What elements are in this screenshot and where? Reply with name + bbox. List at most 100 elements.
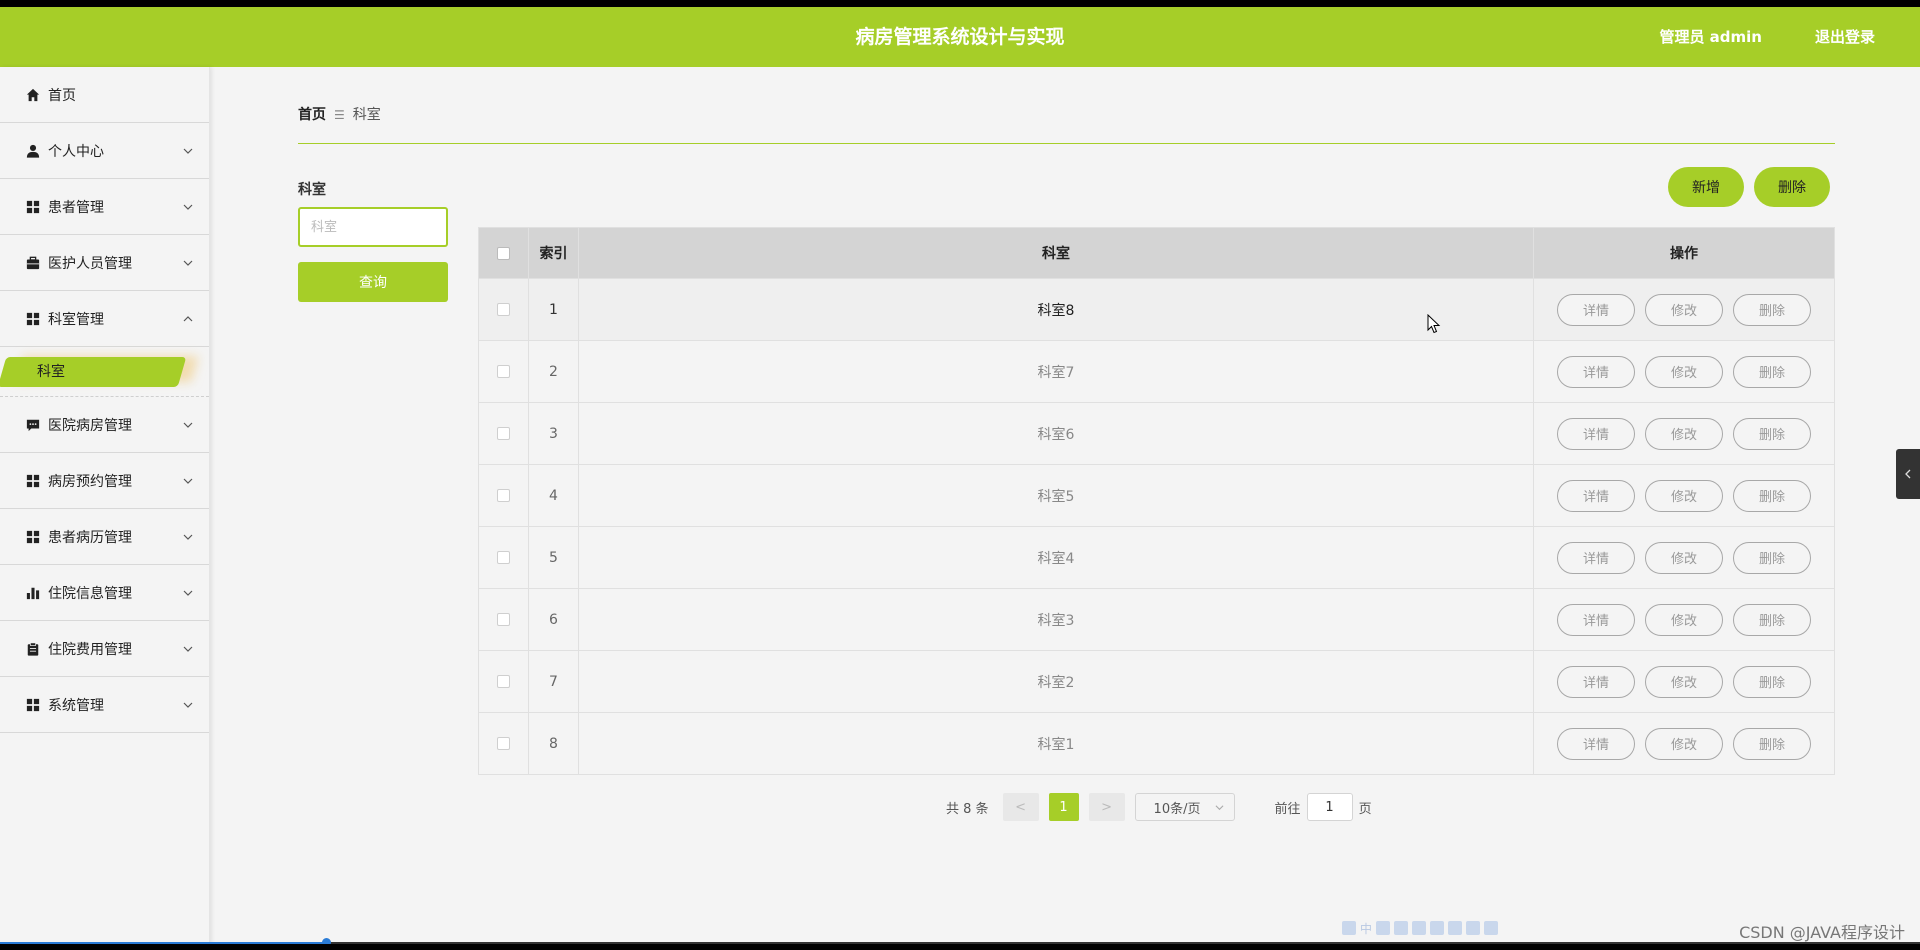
ime-moon-icon	[1376, 921, 1391, 935]
department-search-input[interactable]	[298, 207, 448, 247]
row-department-name: 科室3	[579, 589, 1534, 650]
message-icon	[25, 417, 41, 433]
video-progress-knob[interactable]	[322, 938, 332, 944]
row-checkbox[interactable]	[497, 613, 510, 626]
page-size-select[interactable]: 10条/页	[1134, 793, 1235, 821]
edit-button[interactable]: 修改	[1645, 603, 1723, 636]
grid-icon	[25, 697, 41, 713]
row-checkbox[interactable]	[497, 303, 510, 316]
edit-button[interactable]: 修改	[1645, 417, 1723, 450]
detail-button[interactable]: 详情	[1557, 727, 1635, 760]
sidebar-item-label: 个人中心	[48, 143, 104, 160]
submenu-item-department[interactable]	[0, 357, 187, 387]
sidebar-item-fees[interactable]: 住院费用管理	[0, 621, 209, 677]
row-index: 1	[529, 279, 579, 340]
home-icon	[25, 87, 41, 103]
row-checkbox[interactable]	[497, 737, 510, 750]
query-button[interactable]: 查询	[298, 262, 448, 302]
row-department-name: 科室4	[579, 527, 1534, 588]
delete-button[interactable]: 删除	[1733, 355, 1811, 388]
sidebar-item-label: 患者病历管理	[48, 529, 132, 546]
row-index: 2	[529, 341, 579, 402]
row-checkbox[interactable]	[497, 489, 510, 502]
edit-button[interactable]: 修改	[1645, 479, 1723, 512]
edit-button[interactable]: 修改	[1645, 541, 1723, 574]
sidebar-item-departments[interactable]: 科室管理	[0, 291, 209, 347]
row-department-name: 科室7	[579, 341, 1534, 402]
delete-button[interactable]: 删除	[1733, 665, 1811, 698]
bulk-delete-button[interactable]: 删除	[1754, 167, 1830, 207]
row-checkbox[interactable]	[497, 427, 510, 440]
row-actions: 详情 修改 删除	[1534, 527, 1834, 588]
table-row: 5 科室4 详情 修改 删除	[479, 526, 1834, 588]
delete-button[interactable]: 删除	[1733, 603, 1811, 636]
sidebar-item-records[interactable]: 患者病历管理	[0, 509, 209, 565]
edit-button[interactable]: 修改	[1645, 293, 1723, 326]
sidebar-item-staff[interactable]: 医护人员管理	[0, 235, 209, 291]
sidebar-item-system[interactable]: 系统管理	[0, 677, 209, 733]
video-progress-bar[interactable]	[0, 938, 1920, 944]
ime-toolbar: 中	[1342, 917, 1548, 939]
chevron-down-icon	[183, 204, 193, 210]
delete-button[interactable]: 删除	[1733, 417, 1811, 450]
row-index: 5	[529, 527, 579, 588]
detail-button[interactable]: 详情	[1557, 417, 1635, 450]
sidebar-item-label: 住院费用管理	[48, 641, 132, 658]
side-panel-toggle[interactable]	[1896, 449, 1920, 499]
row-index: 8	[529, 713, 579, 774]
select-all-checkbox[interactable]	[497, 246, 510, 260]
row-department-name: 科室8	[579, 279, 1534, 340]
watermark: CSDN @JAVA程序设计	[1739, 923, 1905, 942]
chevron-down-icon	[183, 702, 193, 708]
row-actions: 详情 修改 删除	[1534, 713, 1834, 774]
delete-button[interactable]: 删除	[1733, 479, 1811, 512]
add-button[interactable]: 新增	[1668, 167, 1744, 207]
row-actions: 详情 修改 删除	[1534, 341, 1834, 402]
row-checkbox[interactable]	[497, 551, 510, 564]
prev-page-button[interactable]: <	[1002, 793, 1039, 821]
row-department-name: 科室6	[579, 403, 1534, 464]
column-header-department: 科室	[579, 228, 1534, 278]
ime-user-icon	[1430, 921, 1445, 935]
row-index: 3	[529, 403, 579, 464]
detail-button[interactable]: 详情	[1557, 293, 1635, 326]
clipboard-icon	[25, 641, 41, 657]
logout-link[interactable]: 退出登录	[1815, 7, 1875, 67]
breadcrumb-home[interactable]: 首页	[298, 107, 326, 123]
breadcrumb-current: 科室	[352, 107, 381, 123]
chevron-down-icon	[1215, 805, 1224, 811]
page-number-button[interactable]: 1	[1048, 793, 1079, 821]
detail-button[interactable]: 详情	[1557, 541, 1635, 574]
sidebar-item-profile[interactable]: 个人中心	[0, 123, 209, 179]
edit-button[interactable]: 修改	[1645, 727, 1723, 760]
next-page-button[interactable]: >	[1088, 793, 1125, 821]
grid-icon	[25, 199, 41, 215]
sidebar-item-label: 医护人员管理	[48, 255, 132, 272]
briefcase-icon	[25, 255, 41, 271]
delete-button[interactable]: 删除	[1733, 293, 1811, 326]
chevron-down-icon	[183, 260, 193, 266]
sidebar-item-home[interactable]: 首页	[0, 67, 209, 123]
pagination: 共 8 条 < 1 > 10条/页 前往 页	[946, 793, 1372, 821]
detail-button[interactable]: 详情	[1557, 603, 1635, 636]
table-row: 3 科室6 详情 修改 删除	[479, 402, 1834, 464]
row-actions: 详情 修改 删除	[1534, 465, 1834, 526]
row-checkbox[interactable]	[497, 365, 510, 378]
sidebar-item-patients[interactable]: 患者管理	[0, 179, 209, 235]
table-row: 4 科室5 详情 修改 删除	[479, 464, 1834, 526]
grid-icon	[25, 311, 41, 327]
sidebar-item-label: 病房预约管理	[48, 473, 132, 490]
detail-button[interactable]: 详情	[1557, 479, 1635, 512]
sidebar-item-wards[interactable]: 医院病房管理	[0, 397, 209, 453]
goto-page-input[interactable]	[1306, 793, 1353, 821]
detail-button[interactable]: 详情	[1557, 355, 1635, 388]
mouse-cursor-icon	[1427, 314, 1441, 334]
sidebar-item-inpatient[interactable]: 住院信息管理	[0, 565, 209, 621]
edit-button[interactable]: 修改	[1645, 665, 1723, 698]
edit-button[interactable]: 修改	[1645, 355, 1723, 388]
row-checkbox[interactable]	[497, 675, 510, 688]
delete-button[interactable]: 删除	[1733, 541, 1811, 574]
detail-button[interactable]: 详情	[1557, 665, 1635, 698]
delete-button[interactable]: 删除	[1733, 727, 1811, 760]
sidebar-item-reservations[interactable]: 病房预约管理	[0, 453, 209, 509]
